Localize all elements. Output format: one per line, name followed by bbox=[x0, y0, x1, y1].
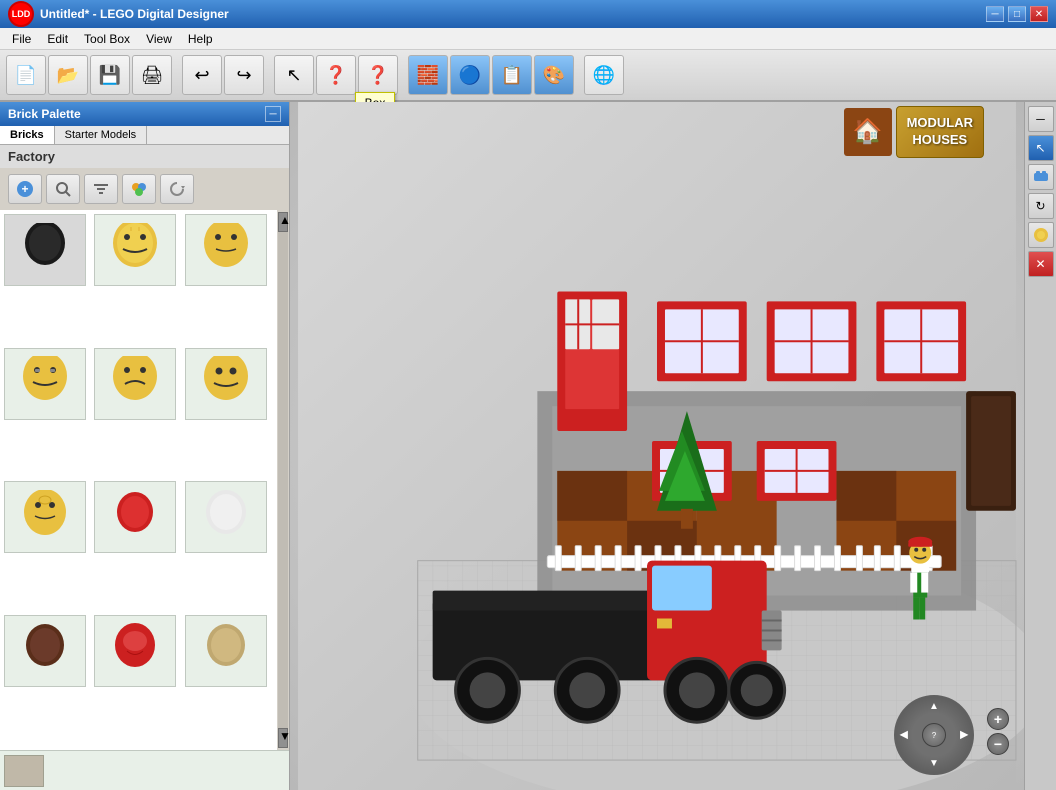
palette-filter-btn[interactable] bbox=[84, 174, 118, 204]
save-button[interactable]: 💾 bbox=[90, 55, 130, 95]
menu-toolbox[interactable]: Tool Box bbox=[76, 30, 138, 48]
palette-header: Brick Palette ─ bbox=[0, 102, 289, 126]
nav-down-icon[interactable]: ▼ bbox=[929, 758, 939, 769]
window-title: Untitled* - LEGO Digital Designer bbox=[40, 7, 229, 21]
brick-grid bbox=[0, 210, 277, 750]
palette-bottom-item[interactable] bbox=[4, 755, 44, 787]
toolbar: 📄 📂 💾 🖨 ↩ ↪ ↖ Box Tool ❓ ❓ 🧱 🔵 📋 🎨 🌐 bbox=[0, 50, 1056, 102]
rt-delete-btn[interactable]: ✕ bbox=[1028, 251, 1054, 277]
select-button[interactable]: ↖ Box Tool bbox=[274, 55, 314, 95]
brick-item[interactable] bbox=[4, 481, 86, 553]
tab-bricks[interactable]: Bricks bbox=[0, 126, 55, 144]
scrollbar-track bbox=[278, 232, 288, 728]
undo-button[interactable]: ↩ bbox=[182, 55, 222, 95]
add-brick-button[interactable]: 🧱 bbox=[408, 55, 448, 95]
brick-item[interactable] bbox=[185, 348, 267, 420]
paint-button[interactable]: 🎨 bbox=[534, 55, 574, 95]
scrollbar-up[interactable]: ▲ bbox=[278, 212, 288, 232]
theme-text: MODULAR HOUSES bbox=[896, 106, 984, 158]
menu-help[interactable]: Help bbox=[180, 30, 221, 48]
open-button[interactable]: 📂 bbox=[48, 55, 88, 95]
menu-bar: File Edit Tool Box View Help bbox=[0, 28, 1056, 50]
menu-file[interactable]: File bbox=[4, 30, 39, 48]
clone-button[interactable]: 📋 bbox=[492, 55, 532, 95]
svg-text:+: + bbox=[21, 182, 28, 196]
minimize-button[interactable]: ─ bbox=[986, 6, 1004, 22]
brick-item[interactable] bbox=[185, 214, 267, 286]
palette-minimize-btn[interactable]: ─ bbox=[265, 106, 281, 122]
app-title: LDD Untitled* - LEGO Digital Designer bbox=[8, 1, 229, 27]
viewport-canvas: 🏠 MODULAR HOUSES ▲ ▼ ◀ ▶ ? + − bbox=[290, 102, 1024, 790]
help1-button[interactable]: ❓ bbox=[316, 55, 356, 95]
rt-brick-btn[interactable] bbox=[1028, 164, 1054, 190]
snap-button[interactable]: 🔵 bbox=[450, 55, 490, 95]
theme-line2: HOUSES bbox=[907, 132, 973, 149]
palette-grid-container: ▲ ▼ bbox=[0, 210, 289, 750]
nav-ring[interactable]: ▲ ▼ ◀ ▶ ? bbox=[894, 695, 974, 775]
scrollbar-down[interactable]: ▼ bbox=[278, 728, 288, 748]
theme-line1: MODULAR bbox=[907, 115, 973, 132]
brick-item[interactable] bbox=[4, 214, 86, 286]
rt-paint-btn[interactable] bbox=[1028, 222, 1054, 248]
window-controls: ─ □ ✕ bbox=[986, 6, 1048, 22]
menu-view[interactable]: View bbox=[138, 30, 180, 48]
brick-item[interactable] bbox=[4, 348, 86, 420]
palette-reset-btn[interactable] bbox=[160, 174, 194, 204]
nav-center-btn[interactable]: ? bbox=[922, 723, 946, 747]
menu-edit[interactable]: Edit bbox=[39, 30, 76, 48]
main-area: Brick Palette ─ Bricks Starter Models Fa… bbox=[0, 102, 1056, 790]
print-button[interactable]: 🖨 bbox=[132, 55, 172, 95]
palette-title: Brick Palette bbox=[8, 107, 81, 121]
brick-item[interactable] bbox=[4, 615, 86, 687]
lego-logo: LDD bbox=[8, 1, 34, 27]
right-toolbar: ─ ↖ ↻ ✕ bbox=[1024, 102, 1056, 790]
title-bar: LDD Untitled* - LEGO Digital Designer ─ … bbox=[0, 0, 1056, 28]
palette-bottom-row bbox=[0, 750, 289, 790]
brick-palette: Brick Palette ─ Bricks Starter Models Fa… bbox=[0, 102, 290, 790]
theme-banner: 🏠 MODULAR HOUSES bbox=[844, 106, 984, 158]
zoom-plus-button[interactable]: + bbox=[987, 708, 1009, 730]
palette-scrollbar[interactable]: ▲ ▼ bbox=[277, 210, 289, 750]
rt-minimize-btn[interactable]: ─ bbox=[1028, 106, 1054, 132]
brick-item[interactable] bbox=[94, 615, 176, 687]
palette-add-btn[interactable]: + bbox=[8, 174, 42, 204]
help2-button[interactable]: ❓ bbox=[358, 55, 398, 95]
redo-button[interactable]: ↪ bbox=[224, 55, 264, 95]
close-button[interactable]: ✕ bbox=[1030, 6, 1048, 22]
brick-item[interactable] bbox=[94, 214, 176, 286]
lego-scene bbox=[290, 102, 1024, 790]
theme-icon: 🏠 bbox=[844, 108, 892, 156]
tab-starter-models[interactable]: Starter Models bbox=[55, 126, 148, 144]
palette-tabs: Bricks Starter Models bbox=[0, 126, 289, 145]
internet-button[interactable]: 🌐 bbox=[584, 55, 624, 95]
brick-item[interactable] bbox=[185, 481, 267, 553]
rt-select-btn[interactable]: ↖ bbox=[1028, 135, 1054, 161]
palette-search-btn[interactable] bbox=[46, 174, 80, 204]
brick-item[interactable] bbox=[185, 615, 267, 687]
nav-control[interactable]: ▲ ▼ ◀ ▶ ? bbox=[894, 695, 974, 775]
nav-up-icon[interactable]: ▲ bbox=[929, 701, 939, 712]
maximize-button[interactable]: □ bbox=[1008, 6, 1026, 22]
rt-rotate-btn[interactable]: ↻ bbox=[1028, 193, 1054, 219]
brick-item[interactable] bbox=[94, 348, 176, 420]
nav-right-icon[interactable]: ▶ bbox=[960, 730, 968, 741]
zoom-minus-button[interactable]: − bbox=[987, 733, 1009, 755]
viewport[interactable]: 🏠 MODULAR HOUSES ▲ ▼ ◀ ▶ ? + − bbox=[290, 102, 1024, 790]
palette-color-btn[interactable] bbox=[122, 174, 156, 204]
nav-left-icon[interactable]: ◀ bbox=[900, 730, 908, 741]
new-button[interactable]: 📄 bbox=[6, 55, 46, 95]
palette-category: Factory bbox=[0, 145, 289, 168]
brick-item[interactable] bbox=[94, 481, 176, 553]
palette-tools: + bbox=[0, 168, 289, 210]
